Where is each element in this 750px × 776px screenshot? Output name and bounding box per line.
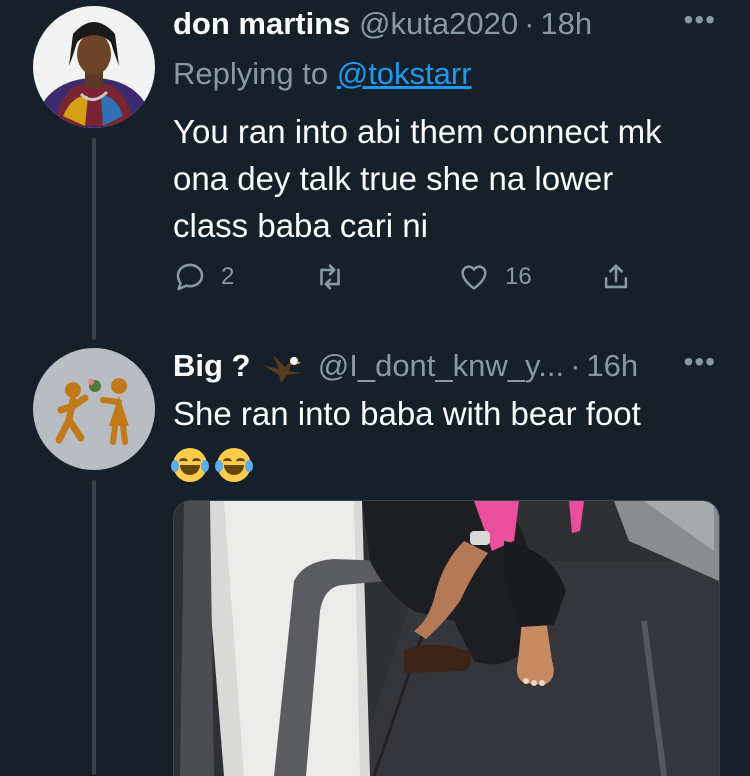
separator-dot: · bbox=[570, 348, 581, 383]
eagle-emoji-icon bbox=[263, 354, 302, 383]
heart-icon bbox=[461, 265, 487, 290]
photo-airplane-aisle bbox=[174, 501, 719, 776]
replying-prefix: Replying to bbox=[173, 56, 329, 91]
replying-to: Replying to @tokstarr bbox=[173, 56, 472, 92]
tweet-text: She ran into baba with bear foot bbox=[171, 390, 733, 486]
tweet-text-line: She ran into baba with bear foot bbox=[173, 395, 641, 432]
tweet-text-line: ona dey talk true she na lower bbox=[173, 160, 614, 197]
separator-dot: · bbox=[524, 6, 535, 41]
tweet-actions: 2 16 bbox=[173, 260, 653, 300]
tweet-text: You ran into abi them connect mk ona dey… bbox=[173, 108, 733, 249]
tweet-text-line: You ran into abi them connect mk bbox=[173, 113, 662, 150]
avatar-don-martins[interactable] bbox=[33, 6, 155, 128]
display-name[interactable]: Big ? bbox=[173, 348, 251, 383]
tweet-media-photo[interactable] bbox=[173, 500, 720, 776]
reply-button[interactable]: 2 bbox=[173, 260, 234, 294]
face-with-tears-of-joy-icon bbox=[171, 448, 209, 483]
more-options-icon[interactable]: ••• bbox=[684, 4, 716, 36]
more-options-icon[interactable]: ••• bbox=[684, 346, 716, 378]
avatar-image bbox=[33, 348, 155, 470]
tweet-header: don martins @kuta2020 · 18h bbox=[173, 4, 592, 44]
replying-to-handle-link[interactable]: @tokstarr bbox=[337, 56, 472, 91]
tweet-header: Big ? @I_dont_knw_y... · 16h bbox=[173, 346, 638, 386]
emoji-row bbox=[171, 439, 733, 486]
retweet-icon bbox=[320, 264, 340, 290]
display-name[interactable]: don martins bbox=[173, 6, 350, 41]
tweet-text-line: class baba cari ni bbox=[173, 207, 428, 244]
reply-count: 2 bbox=[221, 263, 235, 290]
thread-connector-line bbox=[92, 138, 96, 340]
avatar-big[interactable] bbox=[33, 348, 155, 470]
like-button[interactable]: 16 bbox=[457, 260, 532, 294]
reply-icon bbox=[176, 263, 204, 291]
timestamp[interactable]: 16h bbox=[586, 348, 638, 383]
face-with-tears-of-joy-icon bbox=[215, 448, 253, 483]
thread-connector-line bbox=[92, 480, 96, 775]
share-icon bbox=[604, 264, 628, 289]
retweet-button[interactable] bbox=[313, 260, 347, 294]
avatar-image bbox=[33, 6, 155, 128]
like-count: 16 bbox=[505, 263, 532, 290]
handle[interactable]: @I_dont_knw_y... bbox=[318, 348, 564, 383]
share-button[interactable] bbox=[599, 260, 633, 294]
handle[interactable]: @kuta2020 bbox=[359, 6, 518, 41]
timestamp[interactable]: 18h bbox=[540, 6, 592, 41]
